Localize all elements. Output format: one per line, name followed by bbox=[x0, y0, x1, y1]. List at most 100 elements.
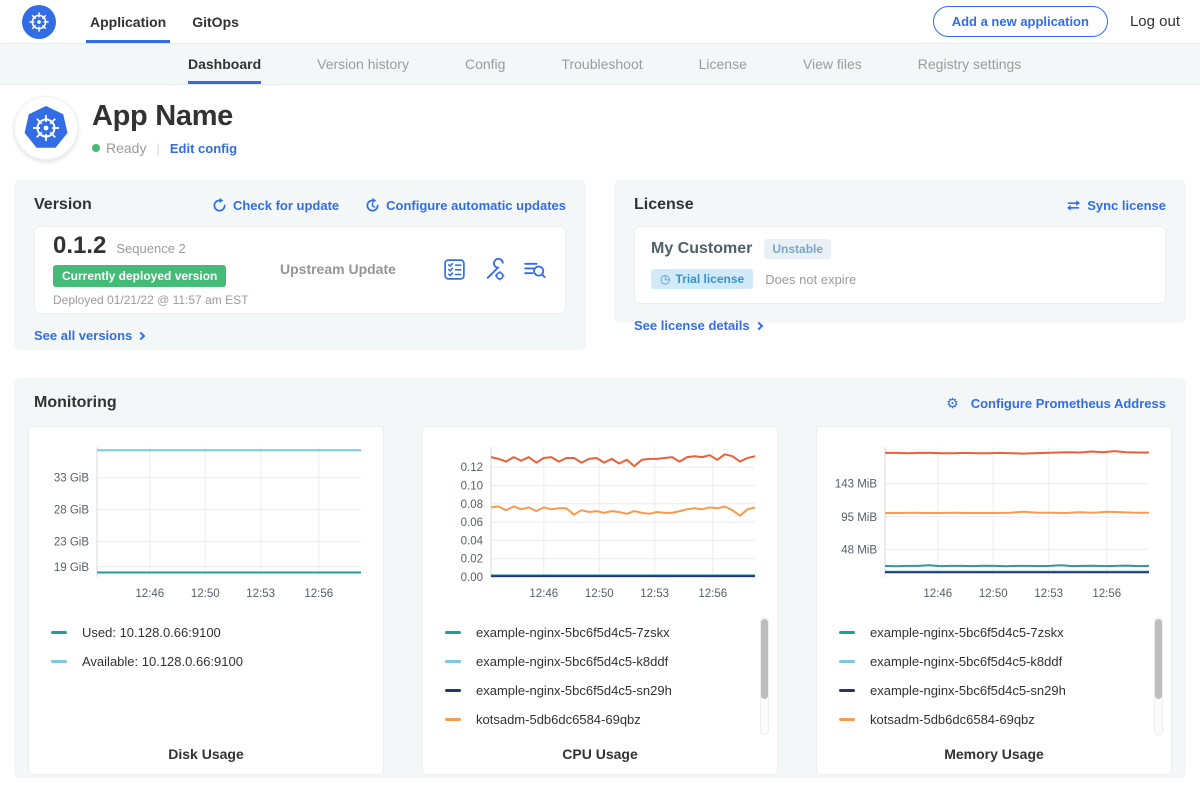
legend-item: kotsadm-5db6dc6584-69qbz bbox=[445, 705, 765, 734]
check-for-update-link[interactable]: Check for update bbox=[212, 198, 339, 213]
legend-item: example-nginx-5bc6f5d4c5-sn29h bbox=[839, 676, 1159, 705]
license-type-row: ◷ Trial license Does not expire bbox=[651, 269, 1149, 289]
series-line bbox=[491, 454, 755, 466]
legend-scrollbar[interactable] bbox=[1154, 617, 1163, 735]
gear-icon: ⚙ bbox=[946, 395, 959, 412]
legend-color-dash bbox=[839, 689, 855, 692]
legend-item: example-nginx-5bc6f5d4c5-7zskx bbox=[445, 618, 765, 647]
x-axis-tick-label: 12:50 bbox=[979, 588, 1008, 600]
y-axis-tick-label: 0.02 bbox=[461, 554, 483, 566]
memory-usage-plot: 48 MiB95 MiB143 MiB12:4612:5012:5312:56 bbox=[829, 437, 1159, 614]
configure-automatic-updates-link[interactable]: Configure automatic updates bbox=[365, 198, 566, 213]
x-axis-tick-label: 12:53 bbox=[1034, 588, 1063, 600]
trial-license-badge: ◷ Trial license bbox=[651, 269, 753, 289]
kubernetes-heptagon-icon bbox=[22, 104, 70, 152]
version-action-icons bbox=[442, 257, 547, 282]
nav-item-gitops[interactable]: GitOps bbox=[188, 0, 243, 43]
legend-color-dash bbox=[445, 718, 461, 721]
chevron-right-icon bbox=[137, 331, 145, 339]
chart-svg: 0.000.020.040.060.080.100.1212:4612:5012… bbox=[435, 437, 763, 609]
x-axis-tick-label: 12:50 bbox=[585, 588, 614, 600]
legend-item: example-nginx-5bc6f5d4c5-sn29h bbox=[445, 676, 765, 705]
add-application-button[interactable]: Add a new application bbox=[933, 6, 1108, 37]
tab-label: Troubleshoot bbox=[561, 56, 642, 72]
tab-dashboard[interactable]: Dashboard bbox=[188, 44, 261, 84]
x-axis-tick-label: 12:46 bbox=[923, 588, 952, 600]
chevron-right-icon bbox=[754, 321, 762, 329]
logout-button[interactable]: Log out bbox=[1130, 13, 1180, 30]
tab-label: Version history bbox=[317, 56, 409, 72]
y-axis-tick-label: 0.04 bbox=[461, 535, 484, 547]
see-license-details-row: See license details bbox=[634, 317, 1166, 335]
license-card: License Sync license My Custo bbox=[614, 180, 1186, 323]
divider: | bbox=[156, 141, 159, 156]
y-axis-tick-label: 19 GiB bbox=[54, 562, 89, 574]
memory-usage-chart-card: 48 MiB95 MiB143 MiB12:4612:5012:5312:56 … bbox=[816, 426, 1172, 775]
tab-troubleshoot[interactable]: Troubleshoot bbox=[561, 44, 642, 84]
configure-prometheus-label: Configure Prometheus Address bbox=[971, 396, 1166, 411]
tab-license[interactable]: License bbox=[699, 44, 747, 84]
tab-label: Config bbox=[465, 56, 505, 72]
preflight-checks-icon[interactable] bbox=[442, 257, 467, 282]
series-line bbox=[885, 512, 1149, 513]
version-number-row: 0.1.2 Sequence 2 bbox=[53, 232, 268, 260]
disk-usage-legend: Used: 10.128.0.66:9100 Available: 10.128.… bbox=[51, 618, 371, 740]
configure-prometheus-link[interactable]: ⚙ Configure Prometheus Address bbox=[946, 395, 1166, 412]
license-info-box: My Customer Unstable ◷ Trial license Doe… bbox=[634, 226, 1166, 304]
disk-usage-title: Disk Usage bbox=[41, 746, 371, 762]
legend-scrollbar-thumb[interactable] bbox=[761, 619, 768, 699]
y-axis-tick-label: 0.10 bbox=[461, 480, 483, 492]
x-axis-tick-label: 12:50 bbox=[191, 588, 220, 600]
cpu-usage-plot: 0.000.020.040.060.080.100.1212:4612:5012… bbox=[435, 437, 765, 614]
version-card-title: Version bbox=[34, 196, 92, 214]
tab-view-files[interactable]: View files bbox=[803, 44, 862, 84]
legend-scrollbar[interactable] bbox=[760, 617, 769, 735]
app-header-text: App Name Ready | Edit config bbox=[92, 100, 237, 156]
legend-scrollbar-thumb[interactable] bbox=[1155, 619, 1162, 699]
see-license-details-link[interactable]: See license details bbox=[634, 318, 762, 333]
monitoring-card: Monitoring ⚙ Configure Prometheus Addres… bbox=[14, 378, 1186, 778]
tab-registry-settings[interactable]: Registry settings bbox=[918, 44, 1021, 84]
memory-usage-title: Memory Usage bbox=[829, 746, 1159, 762]
refresh-icon bbox=[212, 198, 227, 213]
legend-item: Used: 10.128.0.66:9100 bbox=[51, 618, 371, 647]
license-card-title: License bbox=[634, 196, 694, 214]
y-axis-tick-label: 0.06 bbox=[461, 517, 483, 529]
disk-usage-plot: 19 GiB23 GiB28 GiB33 GiB12:4612:5012:531… bbox=[41, 437, 371, 614]
legend-label: Available: 10.128.0.66:9100 bbox=[82, 654, 243, 669]
version-number: 0.1.2 bbox=[53, 232, 106, 260]
x-axis-tick-label: 12:56 bbox=[698, 588, 727, 600]
version-card-header: Version Check for update bbox=[34, 196, 566, 214]
legend-color-dash bbox=[51, 660, 67, 663]
tab-label: View files bbox=[803, 56, 862, 72]
see-all-versions-link[interactable]: See all versions bbox=[34, 328, 144, 343]
tab-config[interactable]: Config bbox=[465, 44, 505, 84]
check-for-update-label: Check for update bbox=[233, 198, 339, 213]
legend-color-dash bbox=[839, 660, 855, 663]
top-cards-row: Version Check for update bbox=[14, 180, 1186, 350]
legend-color-dash bbox=[839, 718, 855, 721]
x-axis-tick-label: 12:46 bbox=[529, 588, 558, 600]
navbar-spacer bbox=[261, 0, 933, 43]
dashboard-content: Version Check for update bbox=[0, 172, 1200, 778]
memory-usage-legend: example-nginx-5bc6f5d4c5-7zskxexample-ng… bbox=[839, 618, 1159, 740]
nav-item-application[interactable]: Application bbox=[86, 0, 170, 43]
edit-config-wrench-icon[interactable] bbox=[482, 257, 507, 282]
y-axis-tick-label: 33 GiB bbox=[54, 473, 89, 485]
tab-version-history[interactable]: Version history bbox=[317, 44, 409, 84]
edit-config-link[interactable]: Edit config bbox=[170, 141, 237, 156]
auto-update-clock-icon bbox=[365, 198, 380, 213]
deploy-logs-icon[interactable] bbox=[522, 257, 547, 282]
app-tab-bar: Dashboard Version history Config Trouble… bbox=[0, 44, 1200, 85]
sync-license-link[interactable]: Sync license bbox=[1066, 198, 1166, 213]
y-axis-tick-label: 0.12 bbox=[461, 462, 483, 474]
app-title: App Name bbox=[92, 100, 237, 133]
legend-label: example-nginx-5bc6f5d4c5-sn29h bbox=[476, 683, 672, 698]
current-version-info: 0.1.2 Sequence 2 Currently deployed vers… bbox=[53, 232, 268, 307]
y-axis-tick-label: 48 MiB bbox=[841, 544, 877, 556]
legend-item: kotsadm-5db6dc6584-69qbz bbox=[839, 705, 1159, 734]
kubernetes-logo-icon bbox=[22, 5, 56, 39]
charts-row: 19 GiB23 GiB28 GiB33 GiB12:4612:5012:531… bbox=[28, 426, 1172, 775]
monitoring-title: Monitoring bbox=[34, 394, 117, 412]
brand-logo[interactable] bbox=[22, 0, 56, 43]
